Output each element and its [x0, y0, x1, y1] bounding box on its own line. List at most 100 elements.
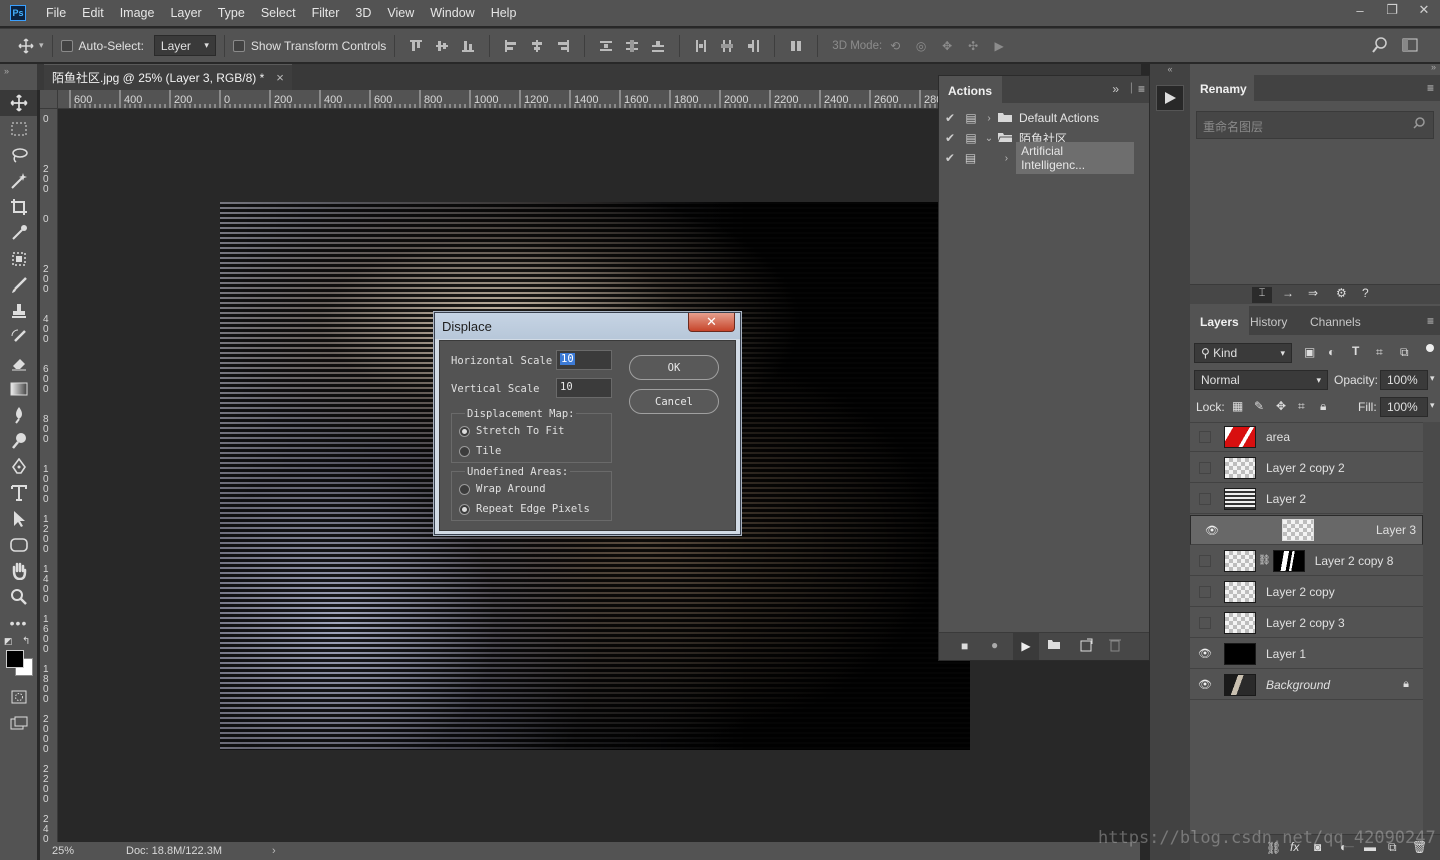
gear-icon[interactable]: ⚙: [1336, 286, 1347, 300]
visibility-toggle[interactable]: 👁︎: [1190, 647, 1220, 660]
actions-panel-button[interactable]: [1156, 85, 1184, 111]
collapse-arrows-icon[interactable]: »: [1431, 62, 1436, 72]
minimize-button[interactable]: –: [1344, 0, 1376, 20]
layer-row-layer-2-copy-3[interactable]: Layer 2 copy 3: [1190, 608, 1423, 638]
checkmark-icon[interactable]: ✔: [939, 111, 961, 125]
distribute-left-icon[interactable]: [693, 38, 709, 54]
menu-view[interactable]: View: [379, 6, 422, 20]
align-horizontal-center-icon[interactable]: [529, 38, 545, 54]
lock-icon[interactable]: 🔒︎: [1403, 678, 1409, 691]
quick-mask-button[interactable]: [0, 684, 37, 710]
hand-tool[interactable]: [0, 558, 37, 584]
dialog-toggle-icon[interactable]: ▤: [961, 131, 981, 145]
collapse-arrows-icon[interactable]: »: [0, 64, 37, 90]
expand-arrows-icon[interactable]: «: [1150, 64, 1190, 76]
document-tab[interactable]: 陌鱼社区.jpg @ 25% (Layer 3, RGB/8) * ×: [44, 64, 292, 90]
menu-window[interactable]: Window: [422, 6, 482, 20]
tile-radio[interactable]: Tile: [459, 445, 501, 457]
lock-transparent-icon[interactable]: ▦: [1232, 399, 1243, 413]
ok-button[interactable]: OK: [629, 355, 719, 380]
show-transform-checkbox[interactable]: [232, 39, 245, 52]
eraser-tool[interactable]: [0, 350, 37, 376]
restore-button[interactable]: ❐: [1376, 0, 1408, 20]
stop-icon[interactable]: ■: [961, 639, 968, 653]
type-tool[interactable]: [0, 480, 37, 506]
chevron-right-icon[interactable]: ›: [980, 153, 1014, 164]
collapse-arrows-icon[interactable]: »: [1112, 82, 1119, 96]
menu-type[interactable]: Type: [210, 6, 253, 20]
zoom-tool[interactable]: [0, 584, 37, 610]
link-icon[interactable]: ⛓︎: [1258, 555, 1271, 566]
distribute-top-icon[interactable]: [598, 38, 614, 54]
history-brush-tool[interactable]: [0, 324, 37, 350]
gradient-tool[interactable]: [0, 376, 37, 402]
distribute-bottom-icon[interactable]: [650, 38, 666, 54]
crop-tool[interactable]: [0, 194, 37, 220]
search-icon[interactable]: [1413, 117, 1425, 132]
chevron-down-icon[interactable]: ▾: [1430, 400, 1435, 411]
new-action-icon[interactable]: [1079, 638, 1093, 655]
close-tab-icon[interactable]: ×: [276, 70, 284, 85]
double-arrow-icon[interactable]: ⇒: [1308, 286, 1318, 300]
align-vertical-center-icon[interactable]: [434, 38, 450, 54]
repeat-edge-pixels-radio[interactable]: Repeat Edge Pixels: [459, 503, 590, 515]
menu-edit[interactable]: Edit: [74, 6, 112, 20]
help-icon[interactable]: ?: [1362, 286, 1369, 300]
ruler-origin[interactable]: [40, 90, 58, 109]
menu-file[interactable]: File: [38, 6, 74, 20]
blur-tool[interactable]: [0, 402, 37, 428]
more-tools[interactable]: •••: [0, 610, 37, 636]
visibility-toggle[interactable]: [1190, 616, 1220, 629]
zoom-level[interactable]: 25%: [52, 845, 112, 857]
blend-mode-dropdown[interactable]: Normal ▾: [1194, 370, 1328, 390]
align-right-icon[interactable]: [555, 38, 571, 54]
visibility-toggle[interactable]: 👁︎: [1190, 678, 1220, 691]
trash-icon[interactable]: [1109, 638, 1121, 655]
marquee-tool[interactable]: [0, 116, 37, 142]
shape-tool[interactable]: [0, 532, 37, 558]
swap-colors-icon[interactable]: ↰: [22, 636, 30, 647]
layer-row-layer-2-copy-2[interactable]: Layer 2 copy 2: [1190, 453, 1423, 483]
path-selection-tool[interactable]: [0, 506, 37, 532]
record-icon[interactable]: ●: [991, 638, 998, 652]
tab-actions[interactable]: Actions: [939, 76, 1002, 103]
panel-menu-icon[interactable]: ≡: [1427, 314, 1434, 328]
layer-row-layer-2-copy-8[interactable]: ⛓︎ Layer 2 copy 8: [1190, 546, 1423, 576]
checkmark-icon[interactable]: ✔: [939, 131, 961, 145]
lock-position-icon[interactable]: ✥: [1276, 399, 1286, 413]
auto-select-checkbox[interactable]: [60, 39, 73, 52]
lasso-tool[interactable]: [0, 142, 37, 168]
chevron-down-icon[interactable]: ⌄: [981, 133, 997, 144]
new-set-folder-icon[interactable]: [1047, 638, 1061, 653]
3d-rotate-icon[interactable]: ⟲: [887, 38, 903, 54]
visibility-toggle[interactable]: [1190, 461, 1220, 474]
action-artificial-intelligence[interactable]: ✔ ▤ › Artificial Intelligenc...: [939, 142, 1134, 174]
visibility-toggle[interactable]: [1190, 554, 1220, 567]
distribute-right-icon[interactable]: [745, 38, 761, 54]
menu-layer[interactable]: Layer: [162, 6, 209, 20]
3d-pan-icon[interactable]: ✥: [939, 38, 955, 54]
search-icon[interactable]: [1372, 37, 1388, 56]
wrap-around-radio[interactable]: Wrap Around: [459, 483, 546, 495]
cancel-button[interactable]: Cancel: [629, 389, 719, 414]
dialog-toggle-icon[interactable]: ▤: [961, 111, 981, 125]
3d-camera-icon[interactable]: ▶: [991, 38, 1007, 54]
chevron-right-icon[interactable]: ›: [981, 113, 997, 124]
tab-channels[interactable]: Channels: [1300, 306, 1371, 335]
arrow-right-icon[interactable]: →: [1282, 286, 1294, 300]
filter-toggle-icon[interactable]: [1426, 344, 1434, 352]
magic-wand-tool[interactable]: [0, 168, 37, 194]
workspace-icon[interactable]: [1402, 38, 1418, 55]
filter-type-icon[interactable]: T: [1352, 344, 1359, 358]
visibility-toggle[interactable]: [1190, 585, 1220, 598]
layers-scrollbar[interactable]: [1423, 422, 1440, 842]
opacity-input[interactable]: 100%: [1380, 370, 1428, 390]
vertical-scale-input[interactable]: 10: [556, 378, 612, 398]
panel-menu-icon[interactable]: ≡: [1138, 82, 1145, 96]
menu-help[interactable]: Help: [483, 6, 525, 20]
filter-shape-icon[interactable]: ⌗: [1376, 345, 1383, 360]
brush-tool[interactable]: [0, 272, 37, 298]
layer-filter-dropdown[interactable]: ⚲ Kind ▾: [1194, 343, 1292, 363]
layer-mask-thumbnail[interactable]: [1272, 549, 1305, 572]
align-bottom-icon[interactable]: [460, 38, 476, 54]
